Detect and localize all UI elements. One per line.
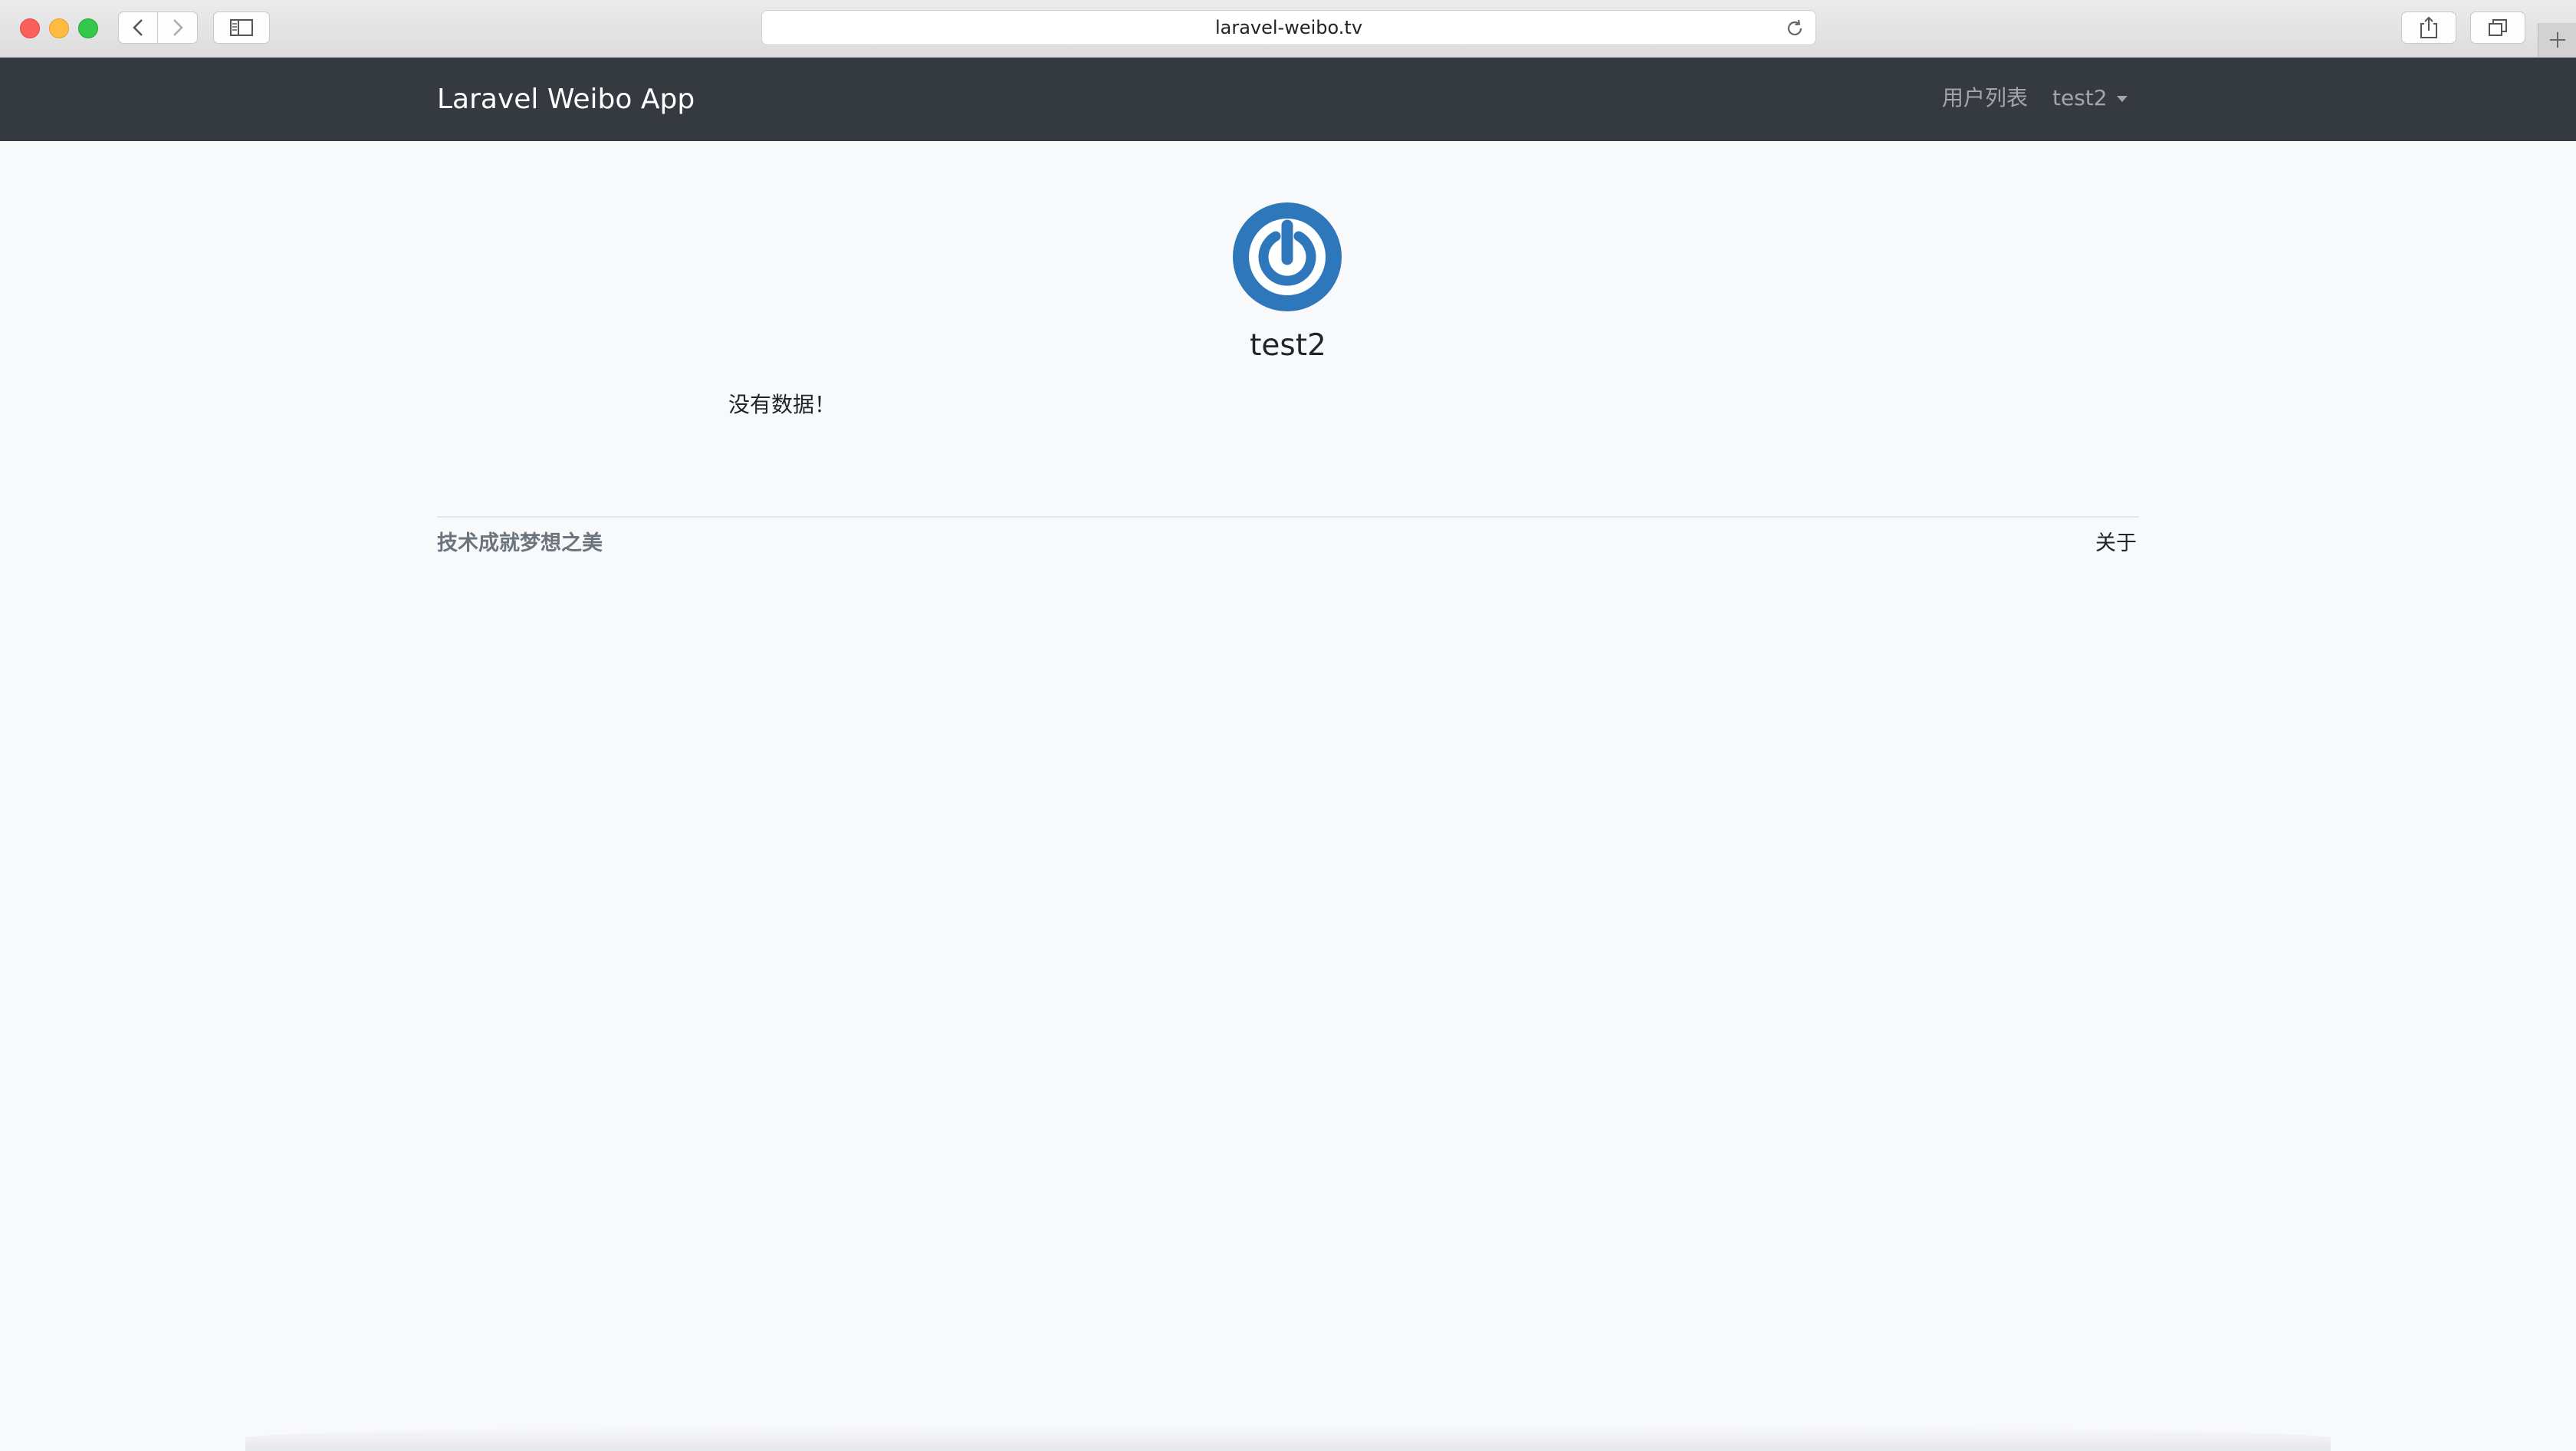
- back-button[interactable]: [118, 12, 158, 44]
- app-navbar: Laravel Weibo App 用户列表 test2: [0, 58, 2576, 141]
- share-button[interactable]: [2401, 12, 2456, 44]
- plus-icon: [2550, 32, 2565, 48]
- share-icon: [2420, 16, 2437, 38]
- back-icon: [133, 19, 143, 36]
- nav-users-link[interactable]: 用户列表: [1942, 58, 2028, 138]
- footer-divider: [437, 516, 2139, 518]
- sidebar-icon: [230, 19, 253, 36]
- caret-down-icon: [2116, 96, 2128, 102]
- forward-icon: [172, 19, 183, 36]
- window-bottom-shadow: [245, 1425, 2331, 1451]
- minimize-window-button[interactable]: [49, 18, 69, 38]
- brand-link[interactable]: Laravel Weibo App: [437, 58, 695, 141]
- new-tab-button[interactable]: [2538, 23, 2576, 57]
- close-window-button[interactable]: [20, 18, 40, 38]
- user-dropdown-toggle[interactable]: test2: [2052, 58, 2128, 138]
- empty-status-message: 没有数据！: [728, 392, 836, 417]
- footer-slogan: 技术成就梦想之美: [437, 531, 603, 555]
- user-dropdown-label: test2: [2052, 85, 2108, 110]
- browser-toolbar: laravel-weibo.tv: [0, 0, 2576, 58]
- zoom-window-button[interactable]: [78, 18, 98, 38]
- sidebar-button[interactable]: [213, 12, 270, 44]
- forward-button[interactable]: [158, 12, 198, 44]
- address-bar[interactable]: laravel-weibo.tv: [761, 10, 1816, 45]
- profile-username: test2: [1250, 328, 1326, 363]
- reload-icon[interactable]: [1785, 18, 1805, 38]
- avatar: [1233, 202, 1342, 311]
- footer-about-link[interactable]: 关于: [2095, 526, 2137, 556]
- show-tabs-button[interactable]: [2470, 12, 2525, 44]
- tabs-icon: [2489, 19, 2507, 36]
- url-text: laravel-weibo.tv: [1214, 17, 1363, 38]
